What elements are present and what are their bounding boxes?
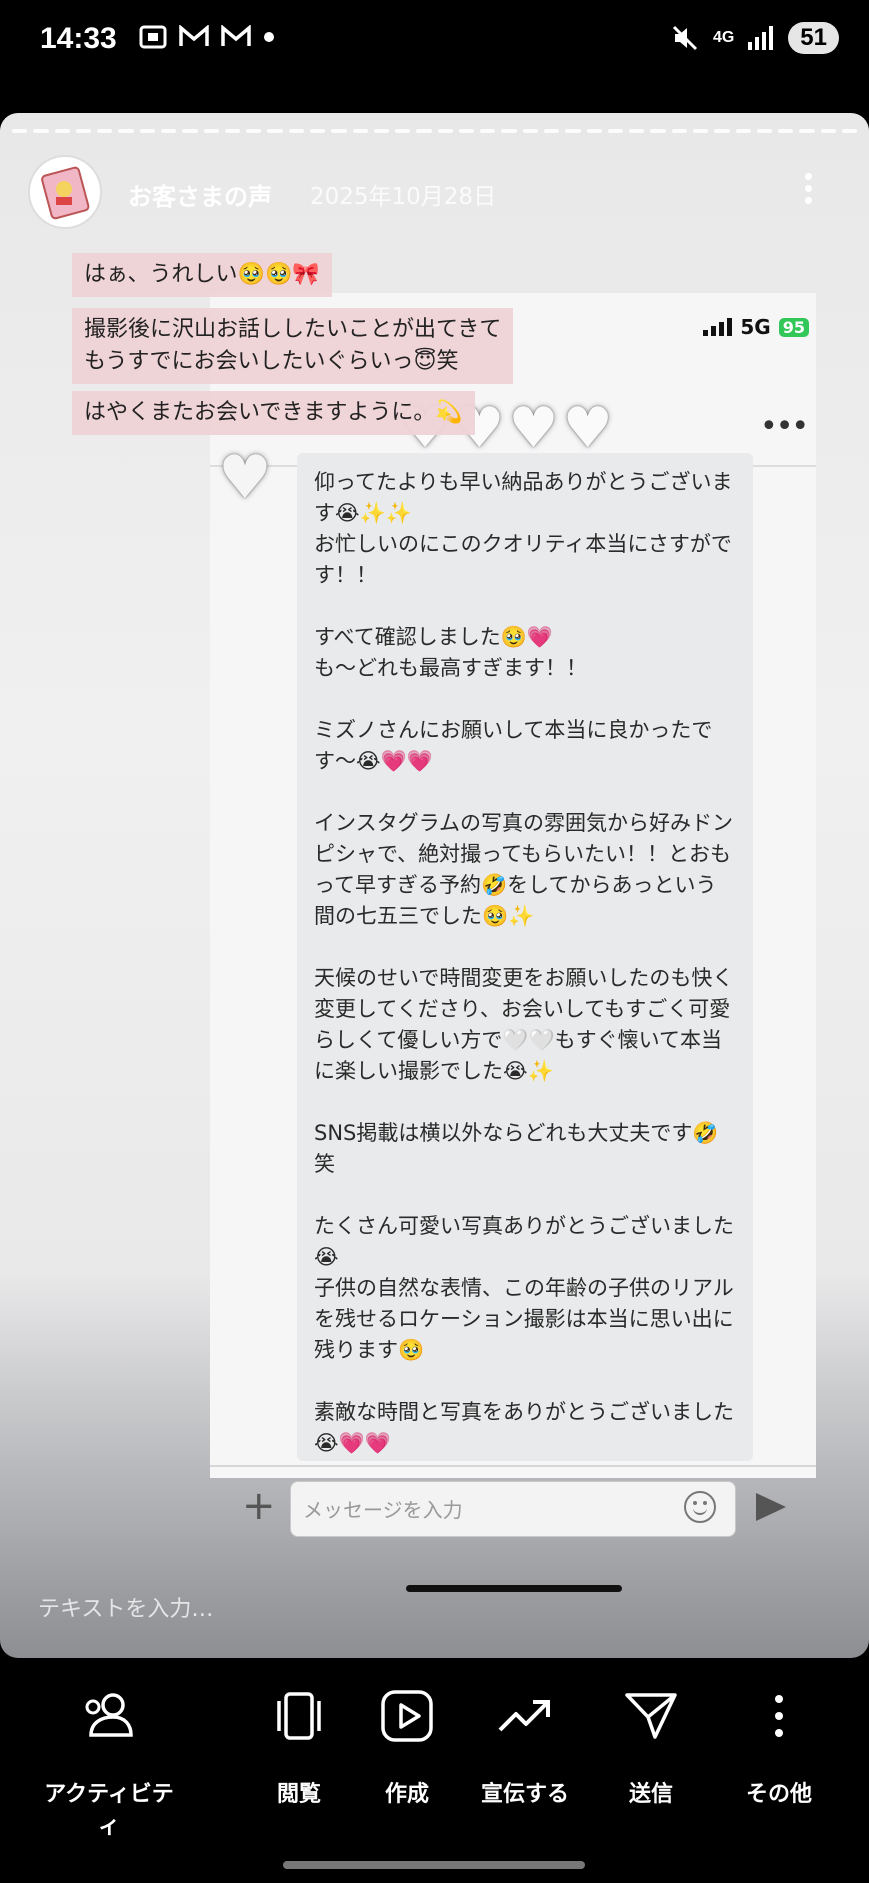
- plus-icon: +: [242, 1483, 276, 1529]
- screenshot-status: 5G 95: [703, 315, 809, 339]
- story-viewer: お客さまの声 2025年10月28日 5G 95 ••• ♥ 仰ってたよりも早い…: [0, 113, 869, 1658]
- heart-icon: ♥: [508, 396, 559, 461]
- signal-icon: [748, 26, 774, 50]
- account-name[interactable]: お客さまの声: [128, 177, 272, 212]
- mail-icon: [221, 25, 251, 46]
- caption-1: はぁ、うれしい🥹🥹🎀: [72, 253, 332, 297]
- status-time: 14:33: [40, 22, 117, 55]
- network-type: 4G: [712, 29, 735, 46]
- screenshot-battery: 95: [778, 317, 809, 337]
- screenshot-home-indicator: [406, 1585, 622, 1592]
- caption-2: 撮影後に沢山お話ししたいことが出てきて もうすでにお会いしたいぐらいっ😇笑: [72, 308, 514, 384]
- heart-icon: ♥: [562, 396, 613, 461]
- notification-icons: [138, 24, 276, 50]
- promote-icon: [498, 1700, 550, 1732]
- home-indicator[interactable]: [283, 1861, 585, 1869]
- mute-icon: [672, 25, 698, 51]
- status-bar: 14:33 4G 51: [0, 0, 869, 90]
- more-icon: [775, 1695, 783, 1737]
- caption-3: はやくまたお会いできますように。💫: [72, 391, 475, 435]
- story-date: 2025年10月28日: [310, 184, 497, 210]
- screenshot-message-input: メッセージを入力: [290, 1481, 736, 1537]
- activity-label: アクティビティ: [44, 1782, 174, 1839]
- mail-icon: [179, 25, 209, 46]
- story-more-icon[interactable]: [800, 169, 816, 213]
- create-icon: [381, 1690, 433, 1742]
- message-text: 仰ってたよりも早い納品ありがとうございます😭✨✨ お忙しいのにこのクオリティ本当…: [314, 470, 734, 1455]
- send-arrow-icon: [756, 1493, 786, 1521]
- smile-icon: [684, 1491, 716, 1523]
- screenshot-more-icon: •••: [760, 409, 809, 444]
- screenshot-icon: [139, 25, 167, 49]
- bottom-action-bar: アクティビティ 閲覧 作成 宣伝する 送信 その他: [0, 1660, 869, 1839]
- text-input-field[interactable]: テキストを入力…: [38, 1591, 213, 1623]
- story-progress-bar: [12, 129, 858, 133]
- notebook-icon: [41, 166, 90, 220]
- activity-button[interactable]: アクティビティ: [34, 1660, 184, 1840]
- view-icon: [277, 1692, 321, 1740]
- message-bubble: 仰ってたよりも早い納品ありがとうございます😭✨✨ お忙しいのにこのクオリティ本当…: [297, 453, 753, 1461]
- battery-level: 51: [788, 22, 839, 54]
- signal-icon: [703, 318, 733, 336]
- heart-icon: ♥: [218, 443, 272, 513]
- dot-icon: [264, 32, 274, 42]
- send-icon: [625, 1693, 677, 1739]
- avatar[interactable]: [28, 155, 102, 229]
- more-button[interactable]: その他: [704, 1660, 854, 1808]
- screenshot-network: 5G: [740, 315, 771, 339]
- activity-icon: [85, 1693, 133, 1737]
- more-label: その他: [745, 1782, 812, 1807]
